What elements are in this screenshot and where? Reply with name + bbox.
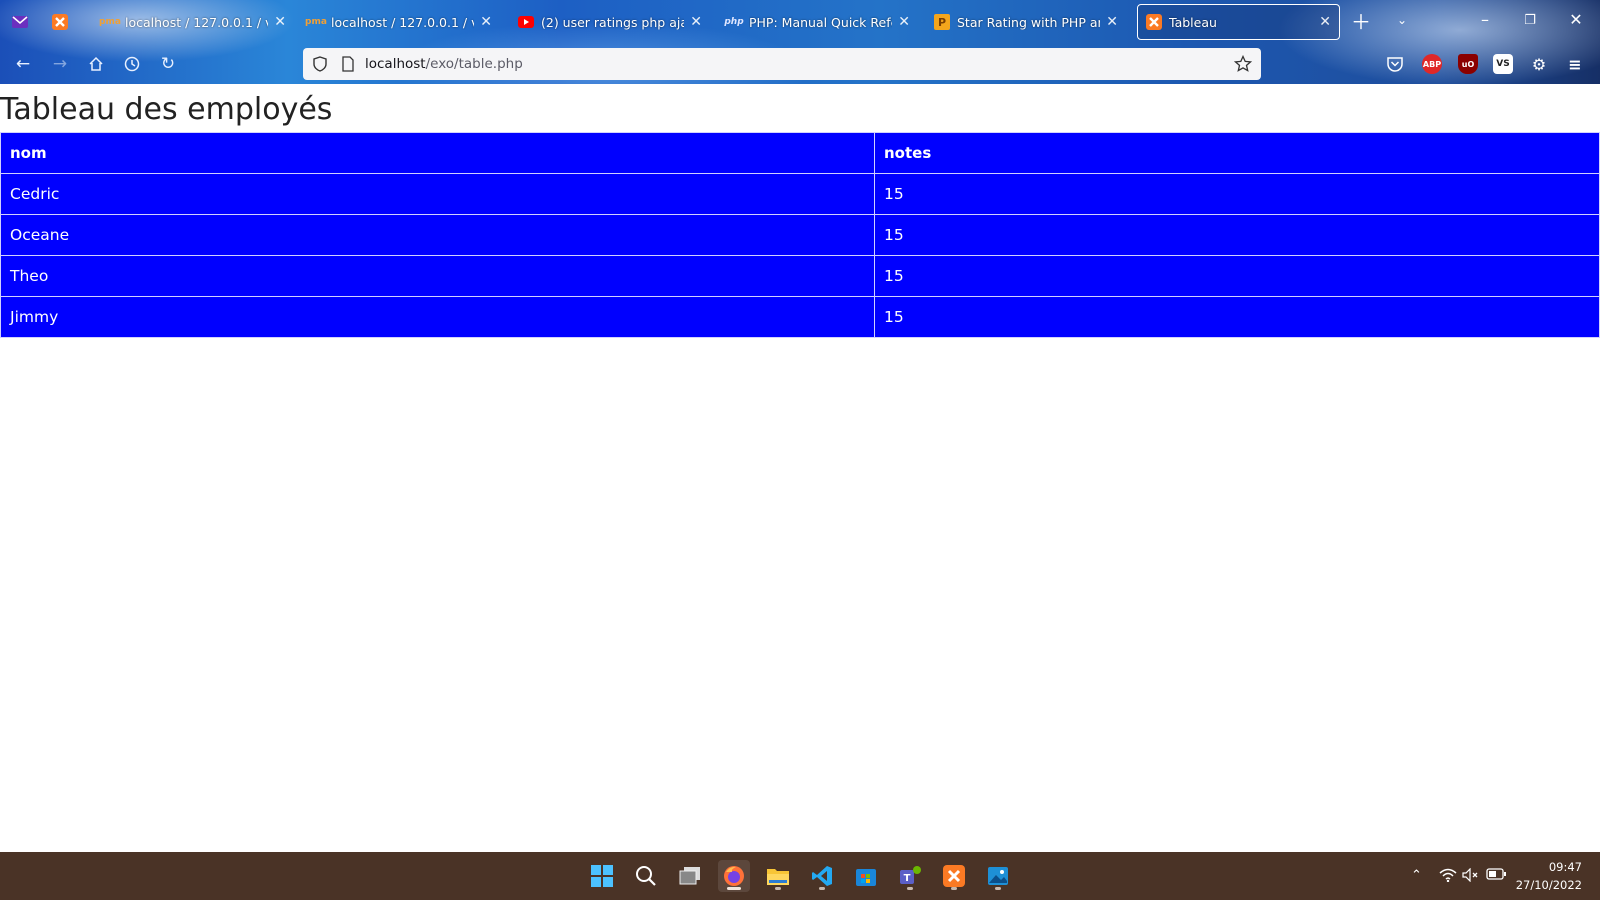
page-info-icon[interactable] bbox=[341, 56, 355, 72]
tab-title: Star Rating with PHP and jQ bbox=[957, 14, 1100, 30]
phpmyadmin-icon: pma bbox=[99, 17, 121, 27]
vscode-icon[interactable]: VS bbox=[1493, 54, 1513, 74]
url-path: /exo/table.php bbox=[425, 56, 523, 72]
column-header-nom: nom bbox=[0, 132, 875, 174]
close-window-icon[interactable]: ✕ bbox=[1564, 10, 1588, 29]
file-explorer-icon[interactable] bbox=[762, 860, 794, 892]
column-header-notes: notes bbox=[874, 132, 1600, 174]
tab-title: PHP: Manual Quick Referen bbox=[749, 14, 892, 30]
tab-tableau[interactable]: Tableau ✕ bbox=[1137, 4, 1340, 40]
table-row: Cedric 15 bbox=[0, 173, 1600, 215]
forward-arrow-icon[interactable]: → bbox=[49, 53, 71, 75]
home-icon[interactable] bbox=[85, 53, 107, 75]
settings-icon[interactable]: ⚙ bbox=[1529, 54, 1549, 74]
cell-notes: 15 bbox=[874, 255, 1600, 297]
tab-php-manual[interactable]: php PHP: Manual Quick Referen ✕ bbox=[718, 5, 918, 39]
running-indicator bbox=[951, 887, 957, 890]
tab-title: localhost / 127.0.0.1 / vroom bbox=[125, 14, 268, 30]
table-header-row: nom notes bbox=[0, 132, 1600, 174]
ublock-icon[interactable]: uO bbox=[1458, 54, 1478, 74]
running-indicator bbox=[995, 887, 1001, 890]
navigation-bar: ← → ↻ localhost/exo/table.php ABP uO VS … bbox=[0, 44, 1600, 84]
page-title: Tableau des employés bbox=[0, 92, 333, 127]
tray-chevron-up-icon[interactable]: ⌃ bbox=[1411, 868, 1422, 883]
photos-icon[interactable] bbox=[982, 860, 1014, 892]
browser-chrome: pma localhost / 127.0.0.1 / vroom ✕ pma … bbox=[0, 0, 1600, 84]
url-host: localhost bbox=[365, 56, 426, 72]
tab-phpmyadmin-1[interactable]: pma localhost / 127.0.0.1 / vroom ✕ bbox=[94, 5, 294, 39]
tab-bar: pma localhost / 127.0.0.1 / vroom ✕ pma … bbox=[0, 0, 1600, 44]
search-icon[interactable] bbox=[630, 860, 662, 892]
close-tab-icon[interactable]: ✕ bbox=[898, 14, 910, 30]
running-indicator bbox=[907, 887, 913, 890]
tab-title: Tableau bbox=[1169, 14, 1217, 30]
table-row: Theo 15 bbox=[0, 255, 1600, 297]
firefox-icon[interactable] bbox=[718, 860, 750, 892]
cell-nom: Jimmy bbox=[0, 296, 875, 338]
close-tab-icon[interactable]: ✕ bbox=[1319, 14, 1331, 30]
teams-icon[interactable]: T bbox=[894, 860, 926, 892]
tab-youtube[interactable]: (2) user ratings php ajax - Yo ✕ bbox=[510, 5, 710, 39]
close-tab-icon[interactable]: ✕ bbox=[1106, 14, 1118, 30]
clock-time: 09:47 bbox=[1548, 860, 1582, 874]
employees-table: nom notes Cedric 15 Oceane 15 Theo 15 Ji… bbox=[0, 132, 1600, 338]
windows-start-icon[interactable] bbox=[586, 860, 618, 892]
tab-title: localhost / 127.0.0.1 / vroom bbox=[331, 14, 474, 30]
clock-date: 27/10/2022 bbox=[1515, 878, 1582, 892]
close-tab-icon[interactable]: ✕ bbox=[274, 14, 286, 30]
task-view-icon[interactable] bbox=[674, 860, 706, 892]
battery-icon[interactable] bbox=[1486, 868, 1506, 884]
address-bar[interactable]: localhost/exo/table.php bbox=[303, 48, 1261, 80]
pocket-icon[interactable] bbox=[1385, 54, 1405, 74]
p-icon: P bbox=[934, 14, 950, 30]
reload-icon[interactable]: ↻ bbox=[157, 53, 179, 75]
running-indicator bbox=[775, 887, 781, 890]
windows-taskbar: T ⌃ 09:47 27/10/2022 bbox=[0, 852, 1600, 900]
running-indicator bbox=[819, 887, 825, 890]
xampp-icon[interactable] bbox=[938, 860, 970, 892]
cell-notes: 15 bbox=[874, 296, 1600, 338]
cell-nom: Theo bbox=[0, 255, 875, 297]
xampp-icon bbox=[1146, 14, 1162, 30]
cell-nom: Oceane bbox=[0, 214, 875, 256]
close-tab-icon[interactable]: ✕ bbox=[480, 14, 492, 30]
system-clock[interactable]: 09:47 27/10/2022 bbox=[1516, 858, 1582, 894]
pinned-tab-xampp[interactable] bbox=[48, 10, 72, 34]
tab-title: (2) user ratings php ajax - Yo bbox=[541, 14, 685, 30]
url-text[interactable]: localhost/exo/table.php bbox=[365, 56, 523, 72]
table-row: Oceane 15 bbox=[0, 214, 1600, 256]
pinned-tab-mail[interactable] bbox=[8, 10, 32, 34]
wifi-icon[interactable] bbox=[1439, 868, 1457, 886]
close-tab-icon[interactable]: ✕ bbox=[690, 14, 702, 30]
history-clock-icon[interactable] bbox=[121, 53, 143, 75]
php-icon: php bbox=[724, 17, 744, 27]
vscode-icon[interactable] bbox=[806, 860, 838, 892]
mail-icon bbox=[12, 16, 28, 28]
volume-muted-icon[interactable] bbox=[1462, 867, 1480, 886]
back-arrow-icon[interactable]: ← bbox=[12, 53, 34, 75]
tab-phpmyadmin-2[interactable]: pma localhost / 127.0.0.1 / vroom ✕ bbox=[300, 5, 500, 39]
page-content: Tableau des employés nom notes Cedric 15… bbox=[0, 84, 1600, 852]
cell-nom: Cedric bbox=[0, 173, 875, 215]
table-row: Jimmy 15 bbox=[0, 296, 1600, 338]
bookmark-star-icon[interactable] bbox=[1234, 55, 1252, 73]
youtube-icon bbox=[518, 14, 534, 30]
tab-list-chevron-down-icon[interactable]: ⌄ bbox=[1390, 13, 1414, 27]
tab-star-rating[interactable]: P Star Rating with PHP and jQ ✕ bbox=[926, 5, 1126, 39]
svg-text:T: T bbox=[904, 873, 911, 884]
store-icon[interactable] bbox=[850, 860, 882, 892]
cell-notes: 15 bbox=[874, 173, 1600, 215]
new-tab-button[interactable]: ＋ bbox=[1349, 6, 1373, 35]
cell-notes: 15 bbox=[874, 214, 1600, 256]
restore-icon[interactable]: ❐ bbox=[1518, 13, 1542, 28]
phpmyadmin-icon: pma bbox=[305, 17, 327, 27]
adblock-icon[interactable]: ABP bbox=[1422, 54, 1442, 74]
minimize-icon[interactable]: – bbox=[1473, 10, 1497, 29]
menu-hamburger-icon[interactable]: ≡ bbox=[1565, 54, 1585, 74]
active-indicator bbox=[727, 887, 741, 890]
xampp-icon bbox=[52, 14, 68, 30]
tracking-shield-icon[interactable] bbox=[312, 56, 328, 72]
